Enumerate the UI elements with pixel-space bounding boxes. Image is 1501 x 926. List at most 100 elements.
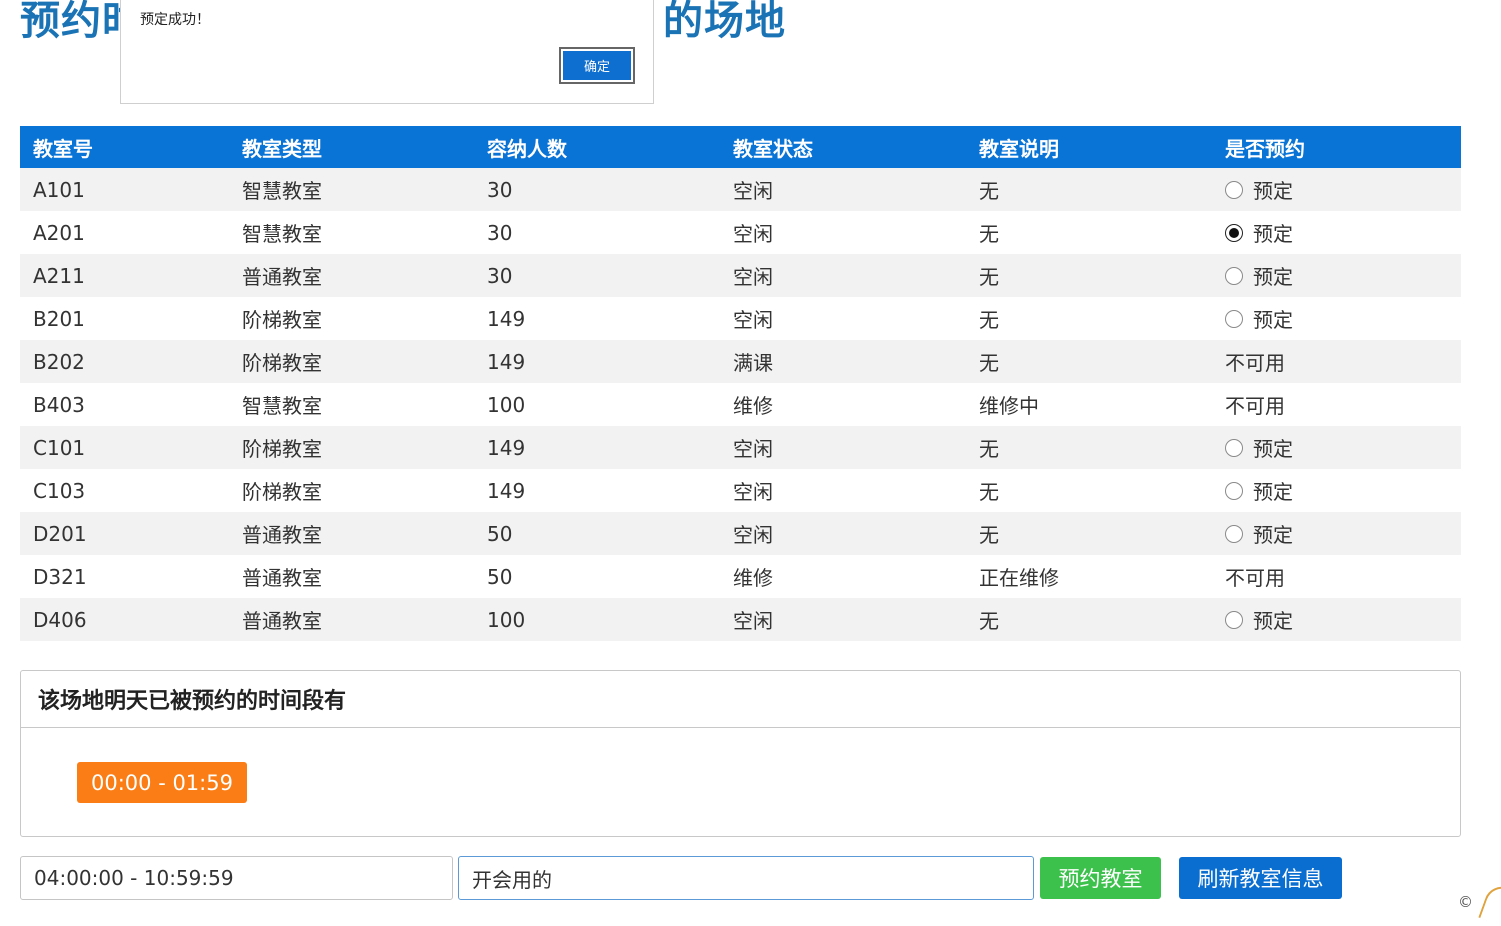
book-option-label: 预定 xyxy=(1253,308,1293,332)
booked-slots-heading: 该场地明天已被预约的时间段有 xyxy=(21,671,1460,728)
cell-capacity: 50 xyxy=(487,521,513,546)
alert-ok-label: 确定 xyxy=(563,51,631,80)
header-type: 教室类型 xyxy=(229,126,474,168)
cell-booking: 预定 xyxy=(1212,469,1461,512)
copyright-icon: © xyxy=(1458,893,1473,911)
classroom-table: 教室号 教室类型 容纳人数 教室状态 教室说明 是否预约 A101 智慧教室 30 空… xyxy=(20,126,1461,641)
header-capacity: 容纳人数 xyxy=(474,126,720,168)
book-option-label: 预定 xyxy=(1253,179,1293,203)
table-row: A101 智慧教室 30 空闲 无 预定 xyxy=(20,168,1461,211)
table-row: D406 普通教室 100 空闲 无 预定 xyxy=(20,598,1461,641)
cell-capacity: 149 xyxy=(487,349,526,374)
table-row: A211 普通教室 30 空闲 无 预定 xyxy=(20,254,1461,297)
cell-status: 空闲 xyxy=(733,480,773,504)
cell-type: 智慧教室 xyxy=(242,179,322,203)
cell-type: 普通教室 xyxy=(242,523,322,547)
cell-room: B202 xyxy=(33,349,85,374)
table-row: C103 阶梯教室 149 空闲 无 预定 xyxy=(20,469,1461,512)
unavailable-label: 不可用 xyxy=(1225,351,1285,375)
book-radio[interactable] xyxy=(1225,266,1243,285)
cell-capacity: 30 xyxy=(487,177,513,202)
book-option-label: 预定 xyxy=(1253,265,1293,289)
cell-room: C103 xyxy=(33,478,86,503)
cell-note: 无 xyxy=(979,351,999,375)
table-row: C101 阶梯教室 149 空闲 无 预定 xyxy=(20,426,1461,469)
cell-note: 无 xyxy=(979,523,999,547)
cell-booking: 预定 xyxy=(1212,598,1461,641)
cell-type: 普通教室 xyxy=(242,609,322,633)
cell-type: 阶梯教室 xyxy=(242,351,322,375)
cell-type: 智慧教室 xyxy=(242,394,322,418)
header-status: 教室状态 xyxy=(720,126,966,168)
book-radio[interactable] xyxy=(1225,309,1243,328)
book-option-label: 预定 xyxy=(1253,480,1293,504)
cell-booking: 预定 xyxy=(1212,426,1461,469)
book-option[interactable]: 预定 xyxy=(1225,519,1293,548)
cell-capacity: 149 xyxy=(487,306,526,331)
cell-note: 无 xyxy=(979,222,999,246)
page-title-right: 的场地 xyxy=(663,0,786,44)
cell-status: 空闲 xyxy=(733,308,773,332)
table-row: B202 阶梯教室 149 满课 无 不可用 xyxy=(20,340,1461,383)
book-option[interactable]: 预定 xyxy=(1225,433,1293,462)
cell-room: D321 xyxy=(33,564,87,589)
cell-type: 普通教室 xyxy=(242,265,322,289)
book-option[interactable]: 预定 xyxy=(1225,175,1293,204)
book-radio[interactable] xyxy=(1225,223,1243,242)
cell-capacity: 100 xyxy=(487,392,526,417)
book-room-button[interactable]: 预约教室 xyxy=(1040,857,1161,899)
table-body: A101 智慧教室 30 空闲无预定 A201 智慧教室 30 空闲无预定 A211 普通教室 30… xyxy=(20,168,1461,641)
booked-slots-panel: 该场地明天已被预约的时间段有 00:00 - 01:59 xyxy=(20,670,1461,837)
cell-status: 空闲 xyxy=(733,609,773,633)
booking-note-input[interactable] xyxy=(458,856,1034,900)
booked-slot-badge: 00:00 - 01:59 xyxy=(77,762,247,803)
cell-booking: 预定 xyxy=(1212,254,1461,297)
alert-ok-button[interactable]: 确定 xyxy=(559,47,635,84)
book-radio[interactable] xyxy=(1225,524,1243,543)
book-option[interactable]: 预定 xyxy=(1225,218,1293,247)
cell-room: C101 xyxy=(33,435,86,460)
book-radio[interactable] xyxy=(1225,610,1243,629)
cell-note: 无 xyxy=(979,179,999,203)
cell-status: 满课 xyxy=(733,351,773,375)
book-option[interactable]: 预定 xyxy=(1225,476,1293,505)
book-radio[interactable] xyxy=(1225,438,1243,457)
cell-capacity: 100 xyxy=(487,607,526,632)
book-option-label: 预定 xyxy=(1253,437,1293,461)
table-row: B403 智慧教室 100 维修 维修中 不可用 xyxy=(20,383,1461,426)
book-option[interactable]: 预定 xyxy=(1225,261,1293,290)
table-header-row: 教室号 教室类型 容纳人数 教室状态 教室说明 是否预约 xyxy=(20,126,1461,168)
cell-booking: 不可用 xyxy=(1212,555,1461,598)
book-option-label: 预定 xyxy=(1253,609,1293,633)
unavailable-label: 不可用 xyxy=(1225,394,1285,418)
table-row: B201 阶梯教室 149 空闲 无 预定 xyxy=(20,297,1461,340)
book-radio[interactable] xyxy=(1225,180,1243,199)
cell-capacity: 50 xyxy=(487,564,513,589)
header-note: 教室说明 xyxy=(966,126,1212,168)
book-option[interactable]: 预定 xyxy=(1225,605,1293,634)
cell-booking: 预定 xyxy=(1212,297,1461,340)
cell-status: 空闲 xyxy=(733,437,773,461)
time-range-input[interactable] xyxy=(20,856,453,900)
refresh-rooms-button[interactable]: 刷新教室信息 xyxy=(1179,857,1342,899)
book-option[interactable]: 预定 xyxy=(1225,304,1293,333)
cell-capacity: 30 xyxy=(487,263,513,288)
cell-status: 空闲 xyxy=(733,523,773,547)
cell-capacity: 149 xyxy=(487,478,526,503)
cell-capacity: 149 xyxy=(487,435,526,460)
cell-status: 空闲 xyxy=(733,179,773,203)
cell-booking: 不可用 xyxy=(1212,383,1461,426)
cell-room: D201 xyxy=(33,521,87,546)
cell-booking: 预定 xyxy=(1212,512,1461,555)
cell-note: 无 xyxy=(979,265,999,289)
book-radio[interactable] xyxy=(1225,481,1243,500)
cell-booking: 不可用 xyxy=(1212,340,1461,383)
book-option-label: 预定 xyxy=(1253,222,1293,246)
cell-type: 智慧教室 xyxy=(242,222,322,246)
cell-note: 维修中 xyxy=(979,394,1039,418)
cell-note: 无 xyxy=(979,609,999,633)
unavailable-label: 不可用 xyxy=(1225,566,1285,590)
cell-type: 普通教室 xyxy=(242,566,322,590)
table-row: A201 智慧教室 30 空闲 无 预定 xyxy=(20,211,1461,254)
cell-status: 空闲 xyxy=(733,265,773,289)
